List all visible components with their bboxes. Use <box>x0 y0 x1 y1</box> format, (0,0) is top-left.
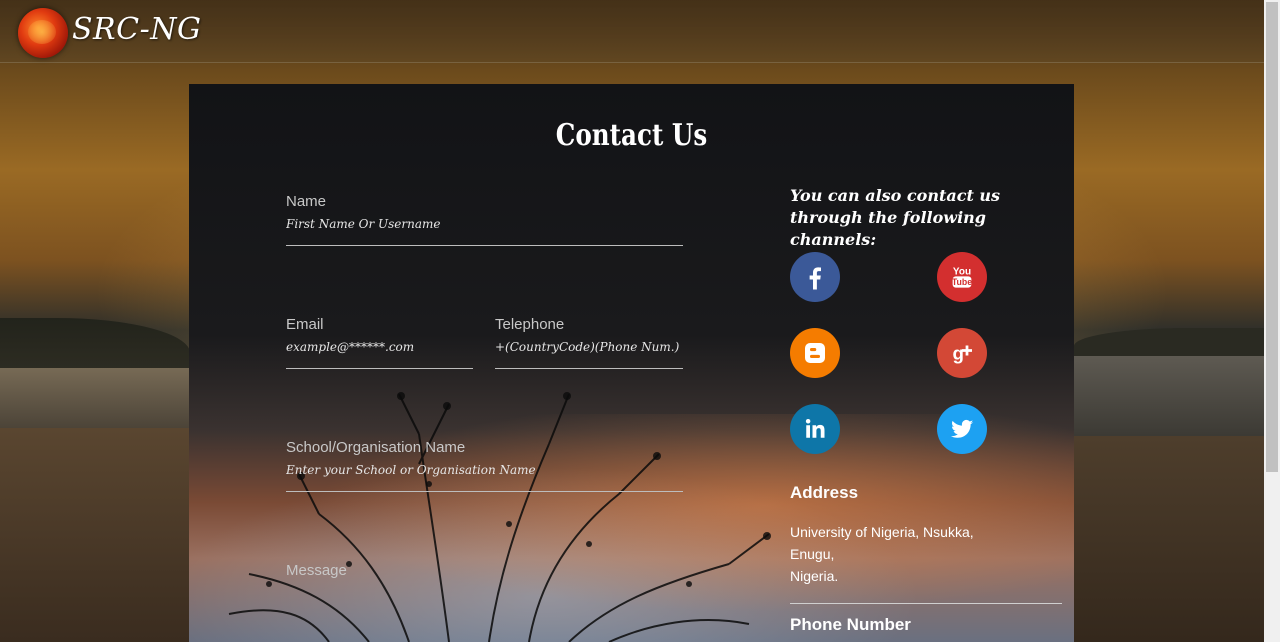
background-beach-right <box>1074 436 1264 642</box>
svg-text:g: g <box>953 342 964 363</box>
youtube-icon: You Tube <box>952 267 972 288</box>
email-input[interactable] <box>286 340 473 369</box>
telephone-label: Telephone <box>495 316 565 333</box>
page-title: Contact Us <box>555 118 708 153</box>
background-water-left <box>0 368 190 428</box>
svg-text:Tube: Tube <box>952 277 972 287</box>
linkedin-button[interactable] <box>790 404 840 454</box>
brand-name[interactable]: SRC-NG <box>72 12 201 47</box>
blogger-icon <box>805 343 825 363</box>
address-line-1: University of Nigeria, Nsukka, <box>790 524 974 540</box>
school-label: School/Organisation Name <box>286 439 466 456</box>
page-scrollbar-thumb[interactable] <box>1266 2 1278 472</box>
facebook-icon <box>809 267 821 290</box>
youtube-button[interactable]: You Tube <box>937 252 987 302</box>
background-beach-left <box>0 428 190 642</box>
address-title: Address <box>790 483 859 502</box>
name-label: Name <box>286 193 327 210</box>
address-line-2: Enugu, <box>790 546 835 562</box>
logo-icon[interactable] <box>18 8 68 58</box>
linkedin-icon <box>805 419 825 438</box>
twitter-icon <box>950 419 974 438</box>
contact-channels-heading: You can also contact us through the foll… <box>790 186 1001 249</box>
name-input[interactable] <box>286 217 683 246</box>
background-water-right <box>1074 356 1264 436</box>
blogger-button[interactable] <box>790 328 840 378</box>
contact-panel: Contact Us Name Email Telephone School/O… <box>189 84 1074 642</box>
email-label: Email <box>286 316 324 333</box>
message-label: Message <box>286 562 347 579</box>
twitter-button[interactable] <box>937 404 987 454</box>
school-input[interactable] <box>286 463 683 492</box>
svg-text:You: You <box>953 267 971 278</box>
phone-number-title: Phone Number <box>790 615 911 634</box>
sidebar-divider <box>790 603 1062 604</box>
facebook-button[interactable] <box>790 252 840 302</box>
top-navbar: SRC-NG <box>0 0 1264 63</box>
google-plus-button[interactable]: g <box>937 328 987 378</box>
address-line-3: Nigeria. <box>790 568 839 584</box>
telephone-input[interactable] <box>495 340 683 369</box>
google-plus-icon: g <box>953 342 972 363</box>
